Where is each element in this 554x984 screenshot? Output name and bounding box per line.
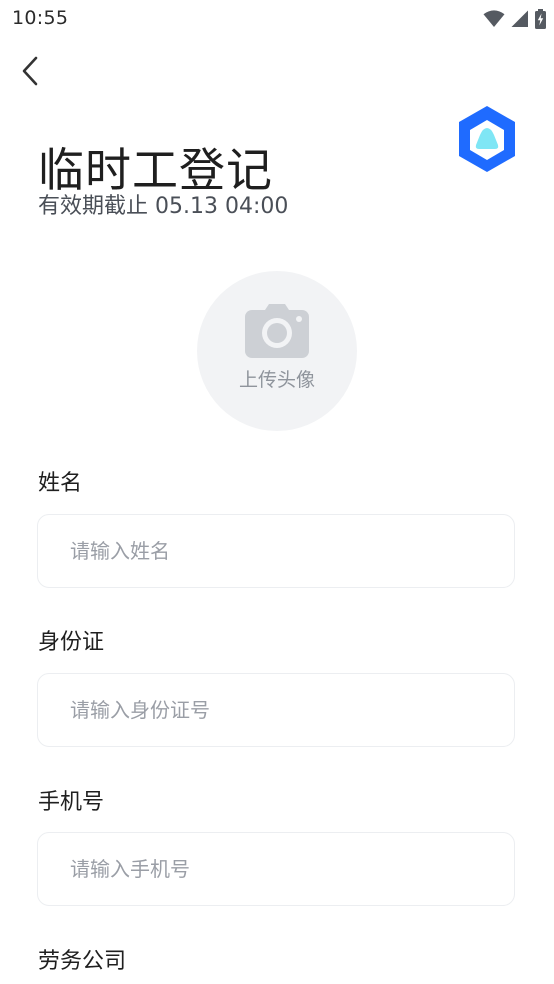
- back-button[interactable]: [12, 52, 48, 90]
- upload-avatar-label: 上传头像: [238, 369, 315, 391]
- status-time: 10:55: [12, 7, 69, 29]
- validity-text: 有效期截止 05.13 04:00: [38, 194, 289, 219]
- phone-label: 手机号: [38, 790, 105, 815]
- name-input[interactable]: [37, 514, 515, 588]
- status-bar: 10:55: [0, 0, 554, 38]
- labor-company-label: 劳务公司: [38, 949, 127, 974]
- id-card-input[interactable]: [37, 673, 515, 747]
- wifi-icon: [483, 10, 505, 27]
- chevron-left-icon: [22, 56, 38, 86]
- id-card-label: 身份证: [38, 630, 105, 655]
- status-icons: [483, 8, 546, 30]
- hexagon-logo-icon: [459, 106, 515, 172]
- battery-charging-icon: [535, 9, 546, 29]
- camera-icon: [245, 304, 309, 358]
- cell-signal-icon: [511, 10, 528, 27]
- avatar-upload-button[interactable]: 上传头像: [197, 271, 357, 431]
- phone-input[interactable]: [37, 832, 515, 906]
- name-label: 姓名: [38, 471, 83, 496]
